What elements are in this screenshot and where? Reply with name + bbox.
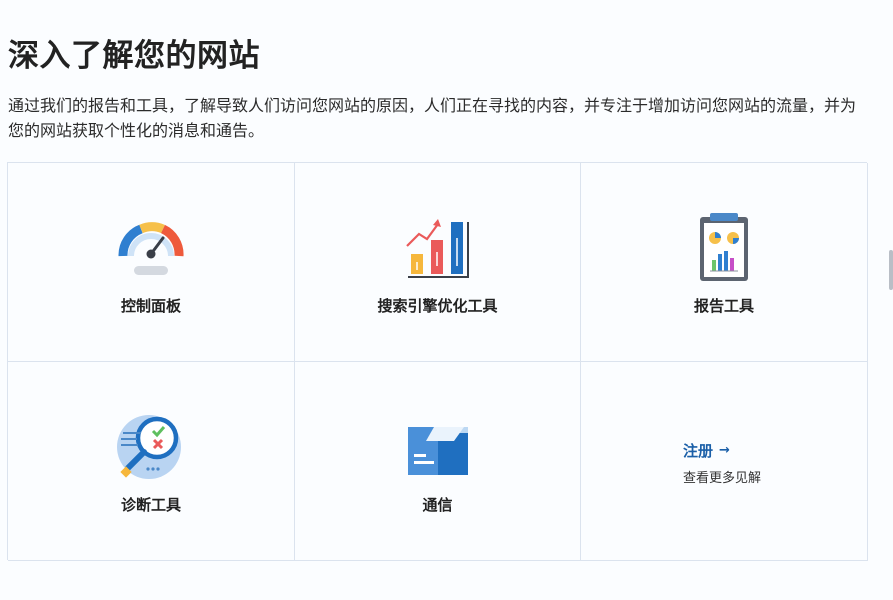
page-title: 深入了解您的网站: [8, 38, 260, 74]
tool-label-communications: 通信: [422, 496, 453, 514]
tool-card-dashboard[interactable]: 控制面板: [8, 163, 295, 362]
tool-label-reports: 报告工具: [693, 297, 754, 315]
tool-label-diagnostics: 诊断工具: [120, 496, 181, 514]
signup-card: 注册 → 查看更多见解: [581, 362, 868, 561]
tool-card-seo[interactable]: 搜索引擎优化工具: [295, 163, 581, 362]
scrollbar-thumb[interactable]: [889, 250, 893, 290]
tool-card-reports[interactable]: 报告工具: [581, 163, 868, 362]
signup-label: 注册: [683, 442, 714, 460]
tool-card-communications[interactable]: 通信: [295, 362, 581, 561]
tools-grid: 控制面板 搜索引擎优化工具 报告工具 诊断工具 通信 注册 → 查看更多见解: [7, 162, 868, 561]
signup-link[interactable]: 注册 →: [683, 440, 730, 461]
signup-block: 注册 → 查看更多见解: [683, 440, 761, 486]
speedometer-icon: [111, 208, 191, 288]
tool-label-dashboard: 控制面板: [120, 297, 181, 315]
bar-chart-growth-icon: [398, 208, 478, 288]
signup-subtext: 查看更多见解: [683, 471, 762, 486]
page-description: 通过我们的报告和工具，了解导致人们访问您网站的原因，人们正在寻找的内容，并专注于…: [8, 96, 857, 140]
tool-card-diagnostics[interactable]: 诊断工具: [8, 362, 295, 561]
tool-label-seo: 搜索引擎优化工具: [377, 297, 498, 315]
open-box-icon: [398, 407, 478, 487]
clipboard-report-icon: [684, 208, 764, 288]
arrow-right-icon: →: [719, 443, 730, 458]
magnifier-diagnostic-icon: [111, 407, 191, 487]
